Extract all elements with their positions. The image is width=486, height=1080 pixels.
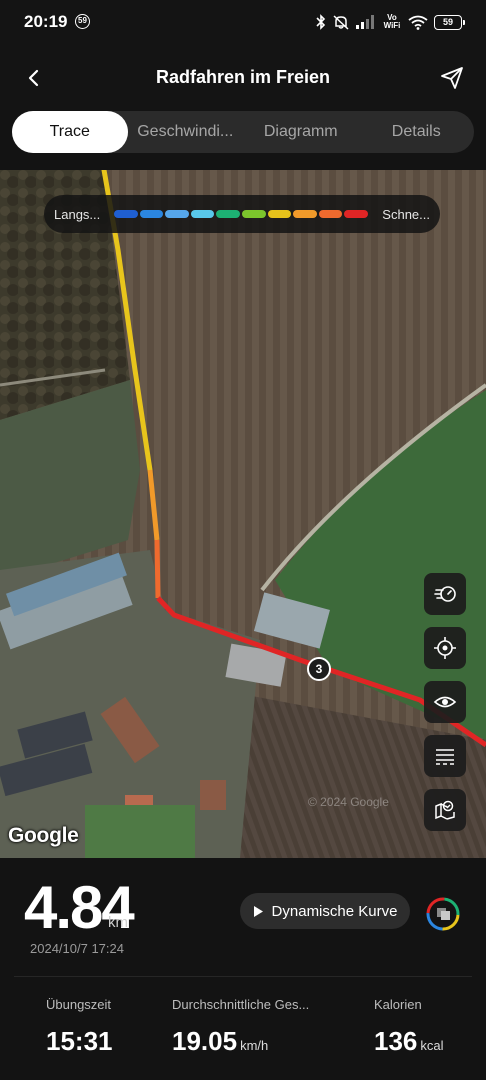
map-settings-icon <box>435 800 455 820</box>
metric-label: Kalorien <box>374 997 422 1012</box>
metric-calories: Kalorien 136 kcal <box>374 997 444 1057</box>
metric-label: Durchschnittliche Ges... <box>172 997 310 1012</box>
dynamic-curve-label: Dynamische Kurve <box>271 902 398 920</box>
tab-details[interactable]: Details <box>359 111 475 153</box>
notification-badge: 59 <box>75 14 90 29</box>
signal-icon <box>356 15 374 29</box>
metrics-row: Übungszeit 15:31 Durchschnittliche Ges..… <box>0 977 486 1080</box>
legend-fast-label: Schne... <box>382 206 430 222</box>
status-bar: 20:19 59 Vo WiFi 59 <box>0 0 486 44</box>
tab-bar: Trace Geschwindi... Diagramm Details <box>12 111 474 153</box>
gradient-segment <box>318 210 343 218</box>
speed-tool-button[interactable] <box>424 573 466 615</box>
status-icons: Vo WiFi 59 <box>316 11 465 33</box>
gradient-segment <box>190 210 215 218</box>
dynamic-curve-button[interactable]: Dynamische Kurve <box>240 893 410 929</box>
tab-chart[interactable]: Diagramm <box>243 111 359 153</box>
map-tools <box>424 573 466 831</box>
page-title: Radfahren im Freien <box>155 67 331 87</box>
metric-unit: km/h <box>240 1038 269 1053</box>
map-settings-button[interactable] <box>424 789 466 831</box>
layers-icon <box>436 749 454 765</box>
vowifi-indicator: Vo WiFi <box>382 14 402 30</box>
visibility-button[interactable] <box>424 681 466 723</box>
metric-value: 19.05 km/h <box>172 1026 309 1057</box>
speedometer-icon <box>434 586 456 602</box>
locate-icon <box>434 637 456 659</box>
speed-legend: Langs... Schne... <box>44 195 440 233</box>
vowifi-bottom-label: WiFi <box>383 21 401 30</box>
satellite-map-image <box>0 170 486 858</box>
gradient-segment <box>216 210 240 218</box>
share-button[interactable] <box>438 64 466 92</box>
speed-gradient-bar <box>114 210 368 218</box>
km-marker[interactable]: 3 <box>307 657 331 681</box>
wifi-icon <box>408 15 428 30</box>
metric-value: 136 kcal <box>374 1026 444 1057</box>
gradient-segment <box>165 210 189 218</box>
activity-date: 2024/10/7 17:24 <box>30 941 124 956</box>
metric-number: 19.05 <box>172 1026 238 1056</box>
activity-ring-button[interactable] <box>424 895 462 933</box>
route-map[interactable]: Langs... Schne... 3 © 2024 Google Google <box>0 170 486 858</box>
metric-number: 15:31 <box>46 1026 113 1056</box>
tab-speed[interactable]: Geschwindi... <box>128 111 244 153</box>
locate-button[interactable] <box>424 627 466 669</box>
header: Radfahren im Freien <box>0 44 486 110</box>
metric-exercise-time: Übungszeit 15:31 <box>46 997 113 1057</box>
tab-trace[interactable]: Trace <box>12 111 128 153</box>
gradient-segment <box>293 210 317 218</box>
eye-icon <box>433 696 457 708</box>
metric-unit: kcal <box>420 1038 444 1053</box>
mute-icon <box>333 15 349 30</box>
share-icon <box>441 67 463 89</box>
map-copyright: © 2024 Google <box>308 795 389 809</box>
metric-label: Übungszeit <box>46 997 112 1012</box>
gradient-segment <box>139 210 164 218</box>
gradient-segment <box>241 210 266 218</box>
metric-number: 136 <box>374 1026 418 1056</box>
layers-button[interactable] <box>424 735 466 777</box>
gradient-segment <box>267 210 292 218</box>
bluetooth-icon <box>316 14 326 30</box>
metric-value: 15:31 <box>46 1026 113 1057</box>
play-icon <box>253 905 263 917</box>
metric-average-speed: Durchschnittliche Ges... 19.05 km/h <box>172 997 309 1057</box>
activity-ring-icon <box>426 897 460 931</box>
distance-value: 4.84 <box>24 874 135 941</box>
legend-slow-label: Langs... <box>54 206 101 222</box>
distance-unit: km <box>108 914 128 931</box>
battery-indicator: 59 <box>434 14 465 30</box>
status-time: 20:19 <box>24 12 68 31</box>
gradient-segment <box>114 210 138 218</box>
activity-summary: 4.84 km 2024/10/7 17:24 Dynamische Kurve <box>0 858 486 976</box>
gradient-segment <box>344 210 368 218</box>
google-logo: Google <box>8 824 79 847</box>
